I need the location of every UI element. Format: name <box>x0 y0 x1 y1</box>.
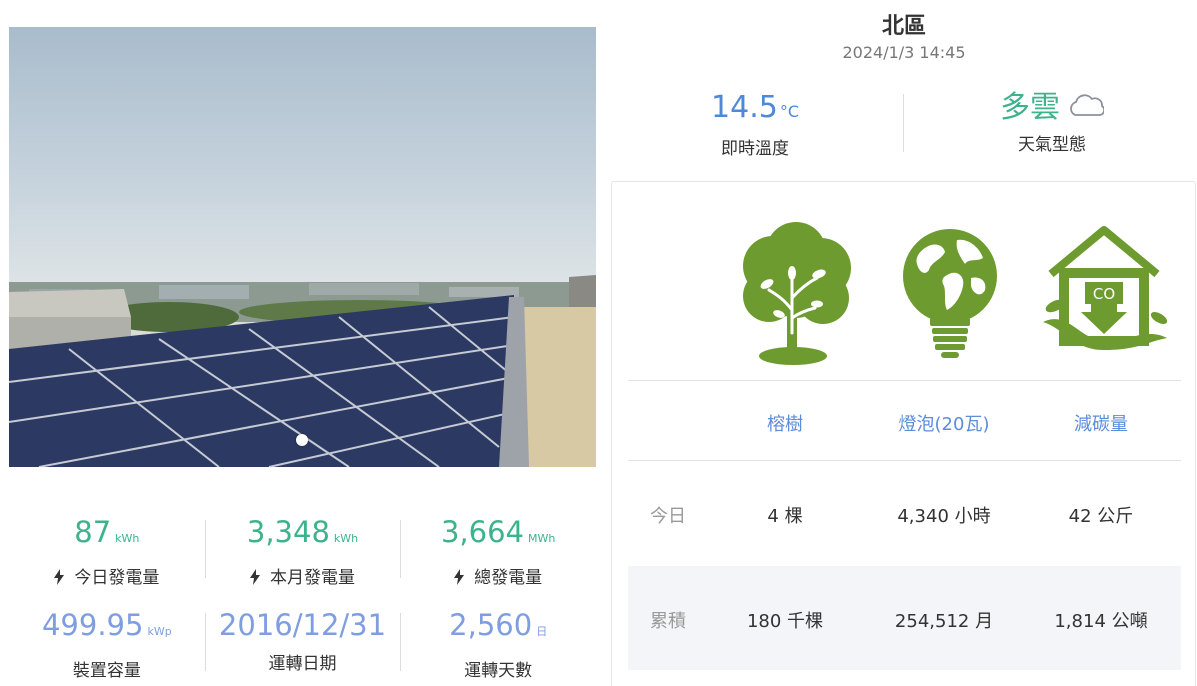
condition-block: 多雲 天氣型態 <box>907 88 1197 155</box>
temperature-unit: °C <box>779 102 799 121</box>
carousel-dot[interactable] <box>296 434 308 446</box>
row-label: 今日 <box>650 506 686 527</box>
table-cell: 254,512 月 <box>894 611 994 632</box>
weather-panel: 14.5 °C 即時溫度 多雲 天氣型態 <box>610 88 1197 159</box>
lightning-icon <box>54 569 65 585</box>
stat-capacity: 499.95 kWp 裝置容量 <box>9 603 205 686</box>
column-header-bulb: 燈泡(20瓦) <box>898 414 990 435</box>
column-header-tree: 榕樹 <box>767 414 803 435</box>
stat-value: 499.95 <box>41 608 144 642</box>
site-photo <box>9 27 596 467</box>
site-name: 北區 <box>881 14 926 39</box>
co2-house-icon: CO <box>1039 218 1169 368</box>
environmental-benefit-card: CO 榕樹 燈泡(20瓦) 減碳量 今日 4 棵 4,340 小時 42 公斤 … <box>611 181 1196 686</box>
divider <box>628 380 1181 381</box>
condition-value: 多雲 <box>1000 90 1060 125</box>
generation-row: 87 kWh 今日發電量 3,348 kWh 本月發電量 3,664 MWh 總發電量 <box>9 510 596 598</box>
stat-label: 裝置容量 <box>72 661 141 681</box>
stat-value: 87 <box>74 515 112 549</box>
cloud-icon <box>1066 89 1105 116</box>
divider <box>903 94 904 152</box>
stat-month-generation: 3,348 kWh 本月發電量 <box>204 510 401 598</box>
table-cell: 4 棵 <box>767 506 803 527</box>
divider <box>628 460 1181 461</box>
svg-text:CO: CO <box>1093 285 1115 303</box>
globe-bulb-icon <box>885 218 1015 368</box>
stat-start-date: 2016/12/31 運轉日期 <box>204 603 401 686</box>
site-datetime: 2024/1/3 14:45 <box>842 43 966 62</box>
benefit-icons: CO <box>612 182 1195 380</box>
stat-operating-days: 2,560 日 運轉天數 <box>400 603 596 686</box>
stat-unit: kWh <box>333 532 359 545</box>
stat-label: 運轉日期 <box>268 654 337 674</box>
table-cell: 180 千棵 <box>746 611 824 632</box>
stat-label: 總發電量 <box>474 568 543 588</box>
condition-label: 天氣型態 <box>1018 135 1086 155</box>
system-row: 499.95 kWp 裝置容量 2016/12/31 運轉日期 2,560 日 運轉… <box>9 603 596 686</box>
lightning-icon <box>250 569 260 585</box>
stat-unit: MWh <box>528 532 556 545</box>
stat-label: 今日發電量 <box>74 568 160 588</box>
stat-label: 運轉天數 <box>464 661 533 681</box>
row-label: 累積 <box>650 611 686 632</box>
stat-unit: kWh <box>115 532 140 545</box>
stat-label: 本月發電量 <box>270 568 355 588</box>
table-cell: 1,814 公噸 <box>1054 611 1148 632</box>
temperature-value: 14.5 <box>711 90 778 125</box>
stat-total-generation: 3,664 MWh 總發電量 <box>400 510 596 598</box>
generation-stats: 87 kWh 今日發電量 3,348 kWh 本月發電量 3,664 MWh 總發電量… <box>9 510 596 686</box>
tree-icon <box>731 218 861 368</box>
temperature-block: 14.5 °C 即時溫度 <box>610 88 900 159</box>
stat-value: 3,348 <box>246 515 330 549</box>
solar-rooftop-image <box>9 275 596 467</box>
table-cell: 42 公斤 <box>1068 506 1134 527</box>
stat-unit: 日 <box>536 625 548 638</box>
stat-value: 2016/12/31 <box>218 608 387 642</box>
stat-value: 3,664 <box>440 515 525 549</box>
column-header-carbon: 減碳量 <box>1074 414 1128 435</box>
stat-today-generation: 87 kWh 今日發電量 <box>9 510 205 598</box>
table-cell: 4,340 小時 <box>897 506 991 527</box>
lightning-icon <box>454 569 465 585</box>
stat-unit: kWp <box>147 625 172 638</box>
temperature-label: 即時溫度 <box>721 139 789 159</box>
stat-value: 2,560 <box>449 608 533 642</box>
